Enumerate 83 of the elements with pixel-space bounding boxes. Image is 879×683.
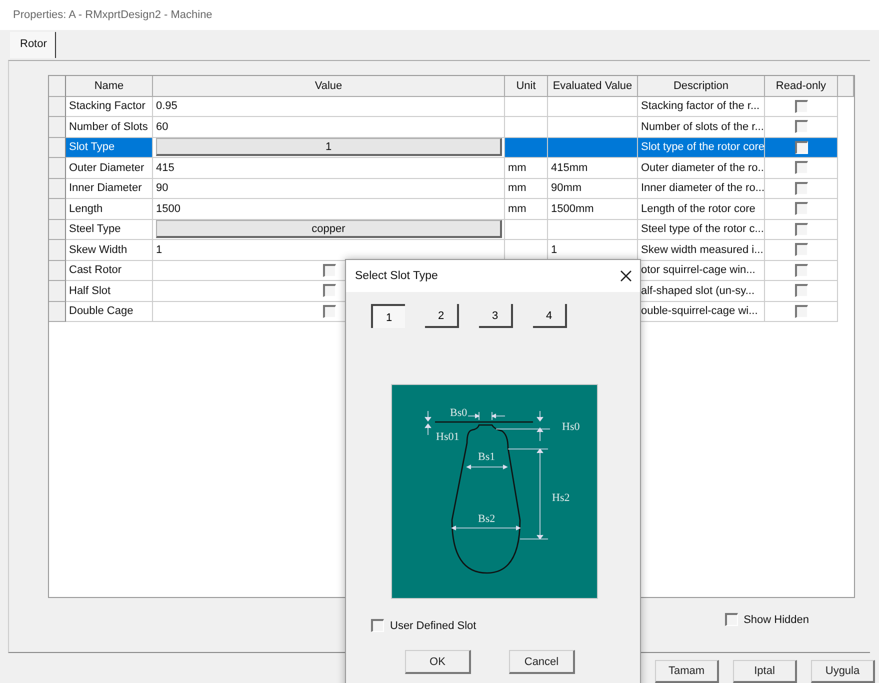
row-header — [49, 138, 66, 158]
table-cell: Cast Rotor — [66, 260, 153, 281]
table-cell: Steel Type — [66, 220, 153, 240]
table-cell: 415mm — [548, 158, 638, 178]
column-header: Unit — [505, 76, 548, 96]
table-cell: mm — [505, 178, 548, 199]
table-cell: 90 — [153, 178, 505, 199]
row-header — [49, 302, 66, 322]
dialog-button[interactable]: Cancel — [509, 650, 575, 674]
table-cell: Slot Type — [66, 138, 153, 158]
dialog-button[interactable]: Tamam — [655, 660, 719, 683]
table-cell: Outer Diameter — [66, 158, 153, 178]
show-hidden-checkbox[interactable]: Show Hidden — [724, 613, 809, 626]
row-header — [49, 117, 66, 138]
dialog-button[interactable]: Iptal — [733, 660, 797, 683]
table-cell: Double Cage — [66, 302, 153, 322]
dimension-label: Bs1 — [478, 451, 496, 463]
table-cell: Length — [66, 199, 153, 220]
row-header — [49, 178, 66, 199]
row-header — [49, 158, 66, 178]
table-cell: Steel type of the rotor c... — [638, 220, 765, 240]
column-header — [838, 76, 854, 96]
value-button[interactable]: 1 — [156, 138, 502, 156]
dialog-button[interactable]: Uygula — [811, 660, 875, 683]
checkbox[interactable] — [794, 243, 808, 256]
table-cell: Length of the rotor core — [638, 199, 765, 220]
column-header: Description — [638, 76, 765, 96]
checkbox[interactable] — [322, 264, 336, 277]
checkbox[interactable] — [794, 222, 808, 236]
table-cell: Slot type of the rotor core — [638, 138, 765, 158]
slot-type-button[interactable]: 3 — [479, 304, 513, 328]
row-header — [49, 76, 66, 96]
checkbox[interactable] — [794, 264, 808, 277]
row-header — [49, 240, 66, 260]
user-defined-slot-checkbox[interactable]: User Defined Slot — [371, 619, 476, 632]
table-cell: mm — [505, 199, 548, 220]
checkbox[interactable] — [794, 284, 808, 298]
table-cell: Skew width measured i... — [638, 240, 765, 260]
table-cell: 415 — [153, 158, 505, 178]
dimension-label: Hs0 — [562, 421, 580, 433]
table-cell: Stacking factor of the r... — [638, 96, 765, 117]
checkbox[interactable] — [322, 284, 336, 298]
table-cell: Inner Diameter — [66, 178, 153, 199]
table-cell: Outer diameter of the ro... — [638, 158, 765, 178]
checkbox[interactable] — [794, 202, 808, 216]
checkbox[interactable] — [322, 304, 336, 318]
table-cell: Stacking Factor — [66, 96, 153, 117]
tab[interactable]: Rotor — [10, 32, 56, 58]
column-header: Read-only — [765, 76, 838, 96]
slot-type-button[interactable]: 4 — [533, 304, 567, 328]
checkbox[interactable] — [794, 304, 808, 318]
row-header — [49, 220, 66, 240]
table-cell: 1500mm — [548, 199, 638, 220]
window-title: Properties: A - RMxprtDesign2 - Machine — [13, 9, 212, 21]
table-cell: Inner diameter of the ro... — [638, 178, 765, 199]
checkbox[interactable] — [794, 182, 808, 195]
dialog-title: Select Slot Type — [355, 270, 438, 282]
table-cell: 90mm — [548, 178, 638, 199]
table-cell: 0.95 — [153, 96, 505, 117]
slot-type-button[interactable]: 1 — [371, 304, 405, 328]
dialog-button[interactable]: OK — [405, 650, 471, 674]
dimension-label: Hs01 — [436, 431, 460, 443]
checkbox[interactable] — [794, 120, 808, 134]
close-icon[interactable] — [620, 270, 632, 282]
checkbox[interactable] — [794, 100, 808, 113]
dimension-label: Bs2 — [478, 513, 496, 525]
column-header: Evaluated Value — [548, 76, 638, 96]
slot-type-button[interactable]: 2 — [425, 304, 459, 328]
row-header — [49, 260, 66, 281]
checkbox[interactable] — [794, 140, 808, 154]
table-cell: Skew Width — [66, 240, 153, 260]
checkbox[interactable] — [794, 161, 808, 174]
row-header — [49, 199, 66, 220]
row-header — [49, 96, 66, 117]
row-header — [49, 281, 66, 302]
table-cell: Half Slot — [66, 281, 153, 302]
table-cell: mm — [505, 158, 548, 178]
column-header: Name — [66, 76, 153, 96]
value-button[interactable]: copper — [156, 220, 502, 238]
dimension-label: Hs2 — [552, 492, 570, 504]
column-header: Value — [153, 76, 505, 96]
table-cell — [505, 96, 548, 117]
dimension-label: Bs0 — [450, 407, 468, 419]
